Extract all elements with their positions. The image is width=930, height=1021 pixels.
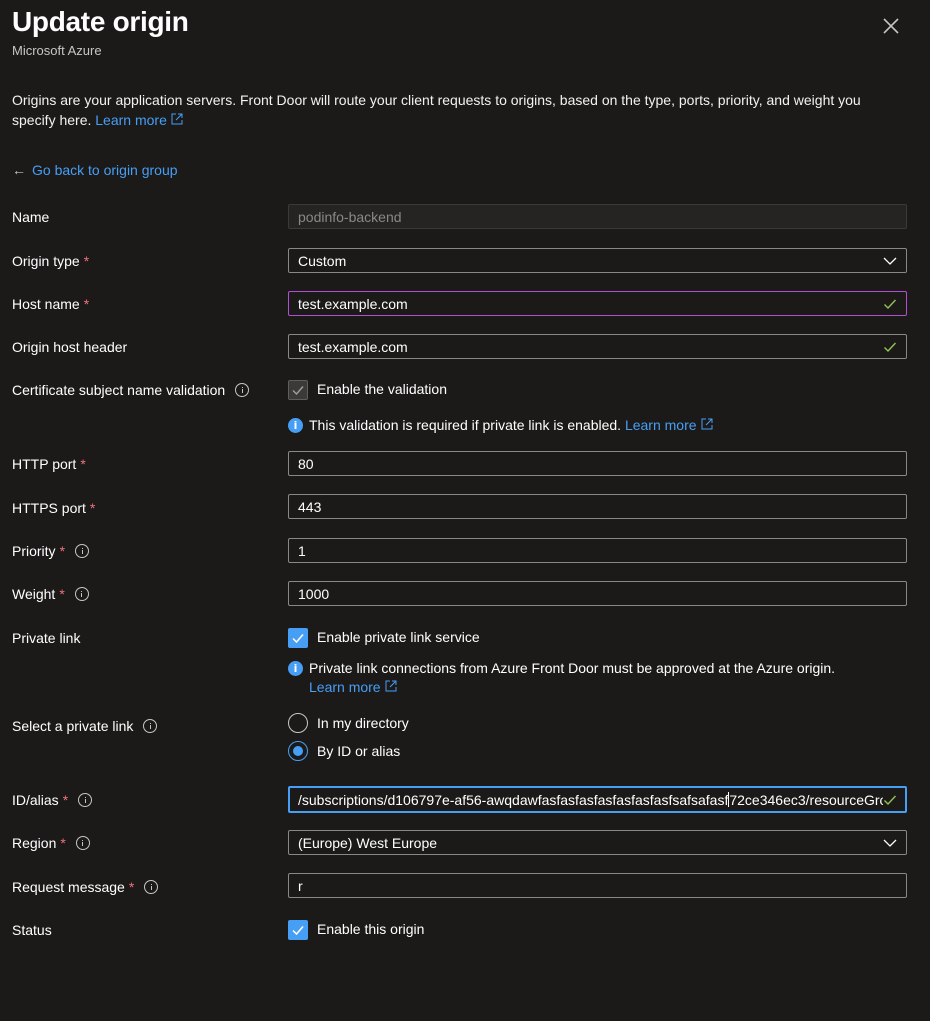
id-alias-input[interactable]: /subscriptions/d106797e-af56-awqdawfasfa… — [288, 786, 907, 813]
name-label: Name — [12, 209, 50, 225]
intro-learn-more-link[interactable]: Learn more — [95, 112, 183, 128]
https-port-input[interactable]: 443 — [288, 494, 907, 519]
private-link-info: i Private link connections from Azure Fr… — [288, 659, 888, 697]
back-arrow-icon: ← — [12, 162, 26, 178]
close-icon[interactable] — [879, 14, 903, 38]
info-filled-icon: i — [288, 418, 303, 433]
private-link-learn-more-link[interactable]: Learn more — [309, 679, 397, 695]
request-message-label: Request message * — [12, 879, 159, 895]
required-asterisk: * — [89, 500, 96, 516]
http-port-label: HTTP port * — [12, 456, 86, 472]
cert-validation-checkbox — [288, 380, 308, 400]
origin-type-dropdown[interactable]: Custom — [288, 248, 907, 273]
cert-validation-info: i This validation is required if private… — [288, 416, 713, 435]
info-icon[interactable] — [143, 719, 158, 733]
radio-in-my-directory-label: In my directory — [317, 715, 409, 731]
back-link-label: Go back to origin group — [32, 162, 178, 178]
required-asterisk: * — [80, 456, 86, 472]
https-port-label: HTTPS port * — [12, 500, 96, 516]
select-private-link-label: Select a private link — [12, 718, 158, 734]
panel-title: Update origin — [12, 6, 189, 37]
required-asterisk: * — [59, 586, 65, 602]
required-asterisk: * — [62, 792, 69, 808]
info-icon[interactable] — [78, 793, 93, 807]
external-link-icon — [171, 113, 183, 124]
required-asterisk: * — [83, 296, 90, 312]
name-input: podinfo-backend — [288, 204, 907, 229]
host-name-label: Host name * — [12, 296, 90, 312]
weight-input[interactable]: 1000 — [288, 581, 907, 606]
origin-type-label: Origin type * — [12, 253, 90, 269]
info-icon[interactable] — [75, 836, 90, 850]
cert-validation-checkbox-label: Enable the validation — [317, 381, 447, 397]
checkmark-icon — [292, 926, 304, 936]
cert-validation-label: Certificate subject name validation — [12, 382, 250, 398]
required-asterisk: * — [128, 879, 135, 895]
chevron-down-icon — [883, 839, 897, 847]
status-checkbox[interactable] — [288, 920, 308, 940]
private-link-info-text: Private link connections from Azure Fron… — [309, 660, 836, 676]
required-asterisk: * — [59, 543, 66, 559]
valid-check-icon — [884, 342, 897, 352]
http-port-input[interactable]: 80 — [288, 451, 907, 476]
external-link-icon — [701, 418, 713, 430]
status-label: Status — [12, 922, 52, 938]
intro-text: Origins are your application servers. Fr… — [12, 91, 902, 130]
private-link-checkbox[interactable] — [288, 628, 308, 648]
panel-subtitle: Microsoft Azure — [12, 43, 102, 58]
external-link-icon — [385, 680, 397, 692]
checkmark-icon — [292, 386, 304, 396]
chevron-down-icon — [883, 257, 897, 265]
required-asterisk: * — [83, 253, 90, 269]
valid-check-icon — [884, 299, 897, 309]
info-icon[interactable] — [75, 544, 90, 558]
info-icon[interactable] — [74, 587, 89, 601]
region-dropdown[interactable]: (Europe) West Europe — [288, 830, 907, 855]
id-alias-label: ID/alias * — [12, 792, 93, 808]
info-icon[interactable] — [235, 383, 250, 397]
host-name-input[interactable]: test.example.com — [288, 291, 907, 316]
private-link-label: Private link — [12, 630, 81, 646]
info-filled-icon: i — [288, 661, 303, 676]
radio-in-my-directory[interactable] — [288, 713, 308, 733]
radio-by-id-or-alias-label: By ID or alias — [317, 743, 401, 759]
private-link-checkbox-label: Enable private link service — [317, 629, 480, 645]
radio-by-id-or-alias[interactable] — [288, 741, 308, 761]
weight-label: Weight * — [12, 586, 89, 602]
back-to-origin-group-link[interactable]: ← Go back to origin group — [12, 162, 178, 178]
origin-host-header-input[interactable]: test.example.com — [288, 334, 907, 359]
cert-info-text: This validation is required if private l… — [309, 417, 622, 433]
status-checkbox-label: Enable this origin — [317, 921, 425, 937]
region-label: Region * — [12, 835, 90, 851]
cert-learn-more-link[interactable]: Learn more — [625, 417, 713, 433]
valid-check-icon — [884, 795, 897, 805]
origin-host-header-label: Origin host header — [12, 339, 128, 355]
info-icon[interactable] — [144, 880, 159, 894]
priority-input[interactable]: 1 — [288, 538, 907, 563]
priority-label: Priority * — [12, 543, 90, 559]
request-message-input[interactable]: r — [288, 873, 907, 898]
required-asterisk: * — [60, 835, 66, 851]
checkmark-icon — [292, 634, 304, 644]
